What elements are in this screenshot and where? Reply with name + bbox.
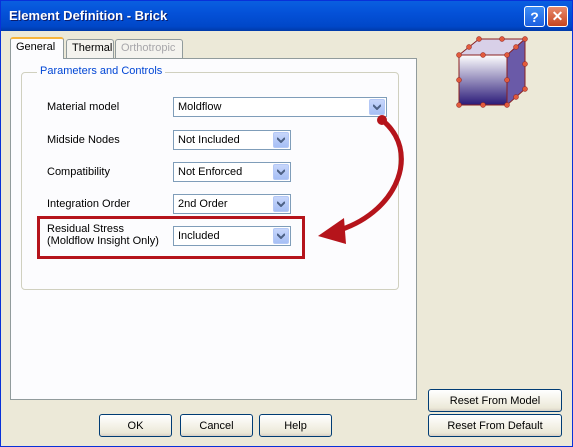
brick-element-icon [456,36,528,108]
tab-orthotropic: Orthotropic [115,39,183,58]
integration-order-select[interactable]: 2nd Order [173,194,291,214]
residual-stress-label: Residual Stress [47,223,125,235]
midside-nodes-value: Not Included [178,134,240,146]
chevron-down-icon[interactable] [273,132,289,148]
close-button[interactable]: ✕ [547,6,568,27]
material-model-select[interactable]: Moldflow [173,97,387,117]
integration-order-label: Integration Order [47,198,131,210]
tab-general[interactable]: General [10,37,64,59]
group-title: Parameters and Controls [37,65,166,77]
midside-nodes-select[interactable]: Not Included [173,130,291,150]
material-model-value: Moldflow [178,101,222,113]
material-model-label: Material model [47,101,120,113]
help-button[interactable]: Help [259,414,332,437]
midside-nodes-label: Midside Nodes [47,134,120,146]
reset-from-default-button[interactable]: Reset From Default [428,414,562,437]
cancel-button[interactable]: Cancel [180,414,253,437]
reset-from-model-button[interactable]: Reset From Model [428,389,562,412]
chevron-down-icon[interactable] [369,99,385,115]
chevron-down-icon[interactable] [273,196,289,212]
ok-button[interactable]: OK [99,414,172,437]
compatibility-select[interactable]: Not Enforced [173,162,291,182]
title-bar[interactable]: Element Definition - Brick ? ✕ [1,1,572,31]
tab-thermal[interactable]: Thermal [66,39,114,58]
compatibility-label: Compatibility [47,166,110,178]
residual-stress-select[interactable]: Included [173,226,291,246]
residual-stress-sublabel: (Moldflow Insight Only) [47,235,159,247]
close-icon: ✕ [551,8,564,24]
residual-stress-value: Included [178,230,220,242]
help-title-button[interactable]: ? [524,6,545,27]
question-icon: ? [530,8,539,25]
integration-order-value: 2nd Order [178,198,228,210]
compatibility-value: Not Enforced [178,166,243,178]
chevron-down-icon[interactable] [273,228,289,244]
window-title: Element Definition - Brick [9,8,168,23]
chevron-down-icon[interactable] [273,164,289,180]
